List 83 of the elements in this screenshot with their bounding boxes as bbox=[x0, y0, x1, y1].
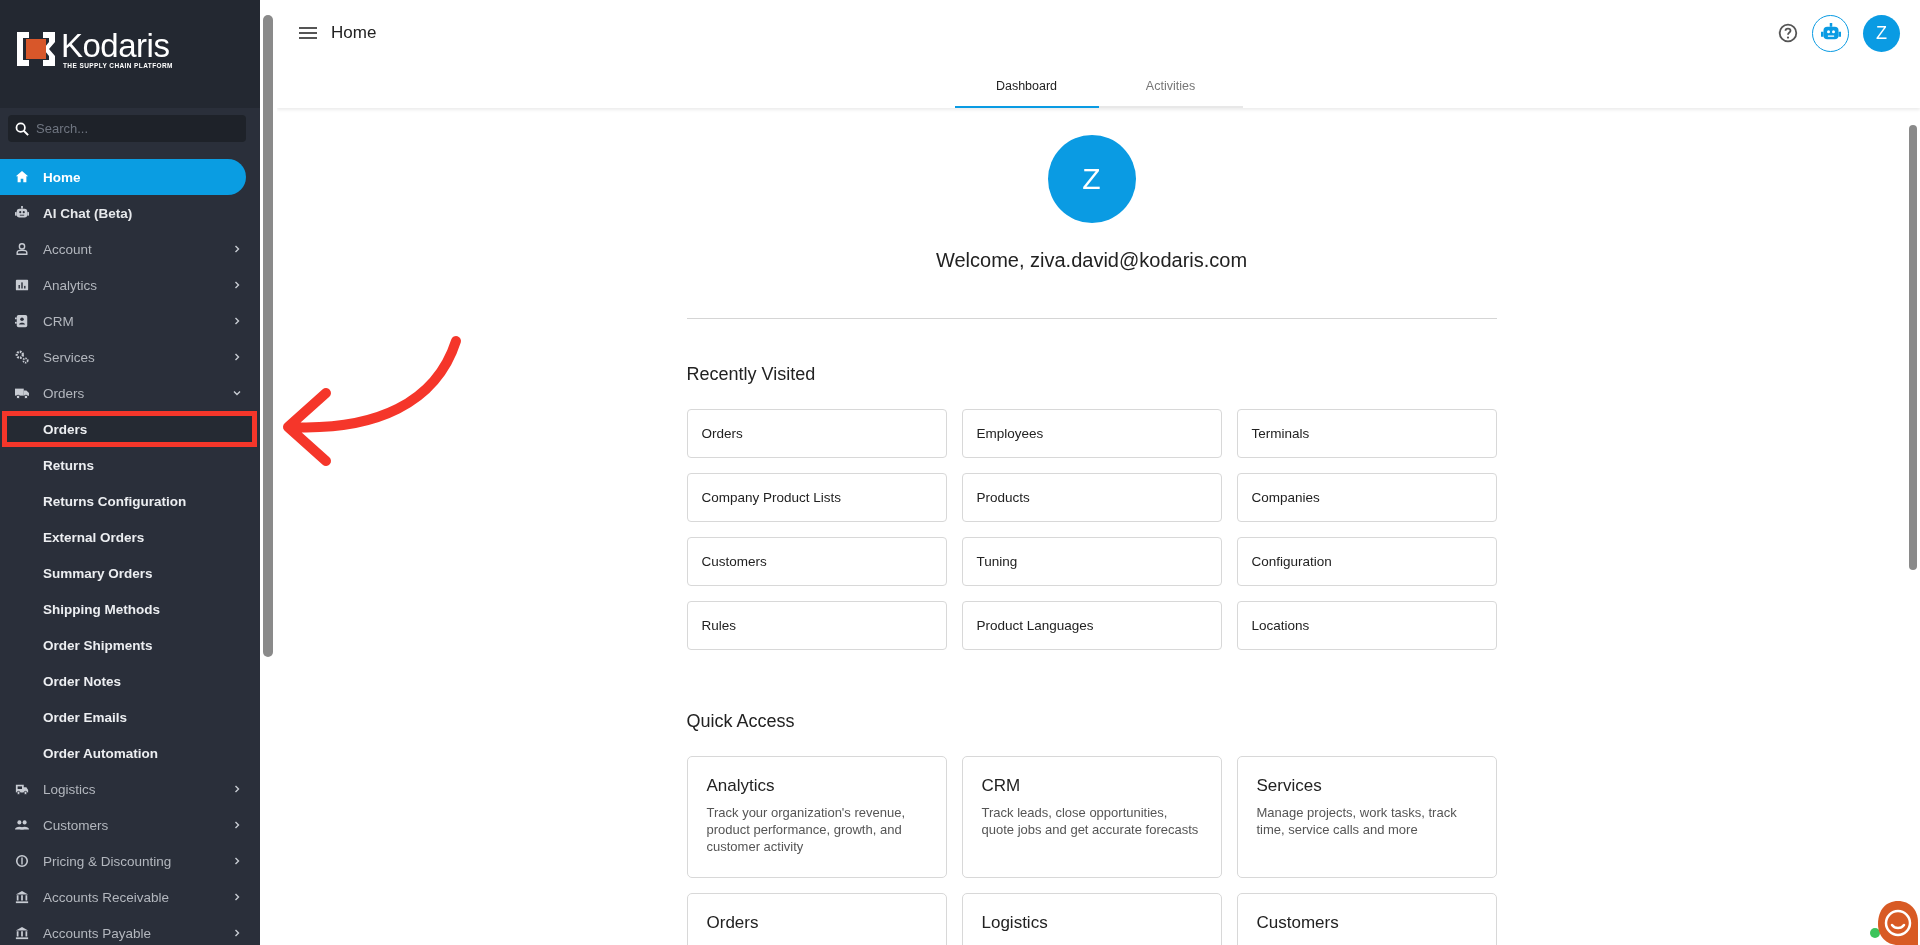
sidebar-subitem[interactable]: Order Shipments bbox=[0, 627, 246, 663]
recent-link-card[interactable]: Orders bbox=[686, 409, 947, 458]
sidebar-item[interactable]: Services bbox=[0, 339, 246, 375]
recent-link-card[interactable]: Rules bbox=[686, 601, 947, 650]
recent-link-card[interactable]: Locations bbox=[1236, 601, 1497, 650]
robot-icon bbox=[15, 206, 29, 220]
sidebar-subitem[interactable]: Summary Orders bbox=[0, 555, 246, 591]
card-description: Track your organization's revenue, product performance, growth, and customer activity bbox=[706, 804, 907, 855]
card-title: Customers bbox=[1256, 913, 1340, 933]
chevron-icon bbox=[232, 856, 242, 866]
chevron-icon bbox=[232, 280, 242, 290]
sidebar-item[interactable]: Customers bbox=[0, 807, 246, 843]
card-title: Services bbox=[1256, 776, 1323, 796]
chevron-icon bbox=[232, 352, 242, 362]
chevron-icon bbox=[232, 892, 242, 902]
sidebar-item[interactable]: Analytics bbox=[0, 267, 246, 303]
recent-link-card[interactable]: Companies bbox=[1236, 473, 1497, 522]
user-avatar: Z bbox=[1047, 135, 1136, 223]
quick-access-card[interactable]: Logistics bbox=[961, 893, 1222, 945]
sidebar-subitem[interactable]: Orders bbox=[7, 416, 252, 442]
tab[interactable]: Dashboard bbox=[954, 66, 1099, 108]
sidebar-item[interactable]: Account bbox=[0, 231, 246, 267]
chevron-icon bbox=[232, 244, 242, 254]
card-description: Track leads, close opportunities, quote jobs and get accurate forecasts bbox=[981, 804, 1200, 838]
sidebar-subitem[interactable]: Order Automation bbox=[0, 735, 246, 771]
chevron-icon bbox=[232, 784, 242, 794]
sidebar-item[interactable]: AI Chat (Beta) bbox=[0, 195, 246, 231]
page-title: Home bbox=[331, 23, 378, 43]
recent-link-card[interactable]: Customers bbox=[686, 537, 947, 586]
help-icon[interactable] bbox=[1778, 23, 1798, 43]
sidebar-item[interactable]: Orders bbox=[0, 375, 246, 411]
recent-link-card[interactable]: Configuration bbox=[1236, 537, 1497, 586]
menu-button[interactable] bbox=[299, 26, 317, 40]
quick-access-card[interactable]: Orders bbox=[686, 893, 947, 945]
recent-link-card[interactable]: Products bbox=[961, 473, 1222, 522]
recent-link-card[interactable]: Employees bbox=[961, 409, 1222, 458]
truck-icon bbox=[15, 386, 29, 400]
chevron-icon bbox=[232, 820, 242, 830]
people-icon bbox=[15, 818, 29, 832]
chart-icon bbox=[15, 278, 29, 292]
sidebar-subitem[interactable]: External Orders bbox=[0, 519, 246, 555]
logo-name: Kodaris bbox=[61, 29, 170, 62]
card-description: Manage projects, work tasks, track time, service calls and more bbox=[1256, 804, 1458, 838]
gears-icon bbox=[15, 350, 29, 364]
sidebar-subitem[interactable]: Order Notes bbox=[0, 663, 246, 699]
home-icon bbox=[15, 170, 29, 184]
sidebar-subitem[interactable]: Returns Configuration bbox=[0, 483, 246, 519]
sidebar-item[interactable]: Pricing & Discounting bbox=[0, 843, 246, 879]
sidebar-item[interactable]: Logistics bbox=[0, 771, 246, 807]
section-title: Recently Visited bbox=[686, 364, 817, 385]
sidebar-item[interactable]: Accounts Receivable bbox=[0, 879, 246, 915]
menu-icon bbox=[299, 26, 317, 40]
sidebar-subitem[interactable]: Order Emails bbox=[0, 699, 246, 735]
delivery-van-icon bbox=[15, 782, 29, 796]
welcome-text: Welcome, ziva.david@kodaris.com bbox=[935, 249, 1248, 272]
search-field[interactable]: Search... bbox=[8, 115, 246, 142]
chevron-icon bbox=[232, 316, 242, 326]
sidebar-item[interactable]: CRM bbox=[0, 303, 246, 339]
card-title: Analytics bbox=[706, 776, 776, 796]
sidebar-subitem[interactable]: Shipping Methods bbox=[0, 591, 246, 627]
recent-link-card[interactable]: Tuning bbox=[961, 537, 1222, 586]
recent-link-card[interactable]: Product Languages bbox=[961, 601, 1222, 650]
recent-link-card[interactable]: Company Product Lists bbox=[686, 473, 947, 522]
quick-access-card[interactable]: Analytics Track your organization's revenue, product performance, growth, and customer activity bbox=[686, 756, 947, 878]
contact-card-icon bbox=[15, 314, 29, 328]
section-title: Quick Access bbox=[686, 711, 796, 732]
tab[interactable]: Activities bbox=[1098, 66, 1243, 108]
sidebar-item[interactable]: Accounts Payable bbox=[0, 915, 246, 945]
card-title: CRM bbox=[981, 776, 1022, 796]
chat-bubble-icon[interactable] bbox=[1868, 898, 1920, 945]
chevron-icon bbox=[232, 928, 242, 938]
quick-access-card[interactable]: CRM Track leads, close opportunities, quote jobs and get accurate forecasts bbox=[961, 756, 1222, 878]
card-title: Orders bbox=[706, 913, 760, 933]
person-icon bbox=[15, 242, 29, 256]
quick-access-card[interactable]: Services Manage projects, work tasks, track time, service calls and more bbox=[1236, 756, 1497, 878]
bank-icon bbox=[15, 926, 29, 940]
recent-link-card[interactable]: Terminals bbox=[1236, 409, 1497, 458]
search-icon bbox=[15, 122, 29, 136]
quick-access-card[interactable]: Customers bbox=[1236, 893, 1497, 945]
bank-icon bbox=[15, 890, 29, 904]
chevron-icon bbox=[232, 388, 242, 398]
sidebar-subitem[interactable]: Returns bbox=[0, 447, 246, 483]
card-title: Logistics bbox=[981, 913, 1049, 933]
